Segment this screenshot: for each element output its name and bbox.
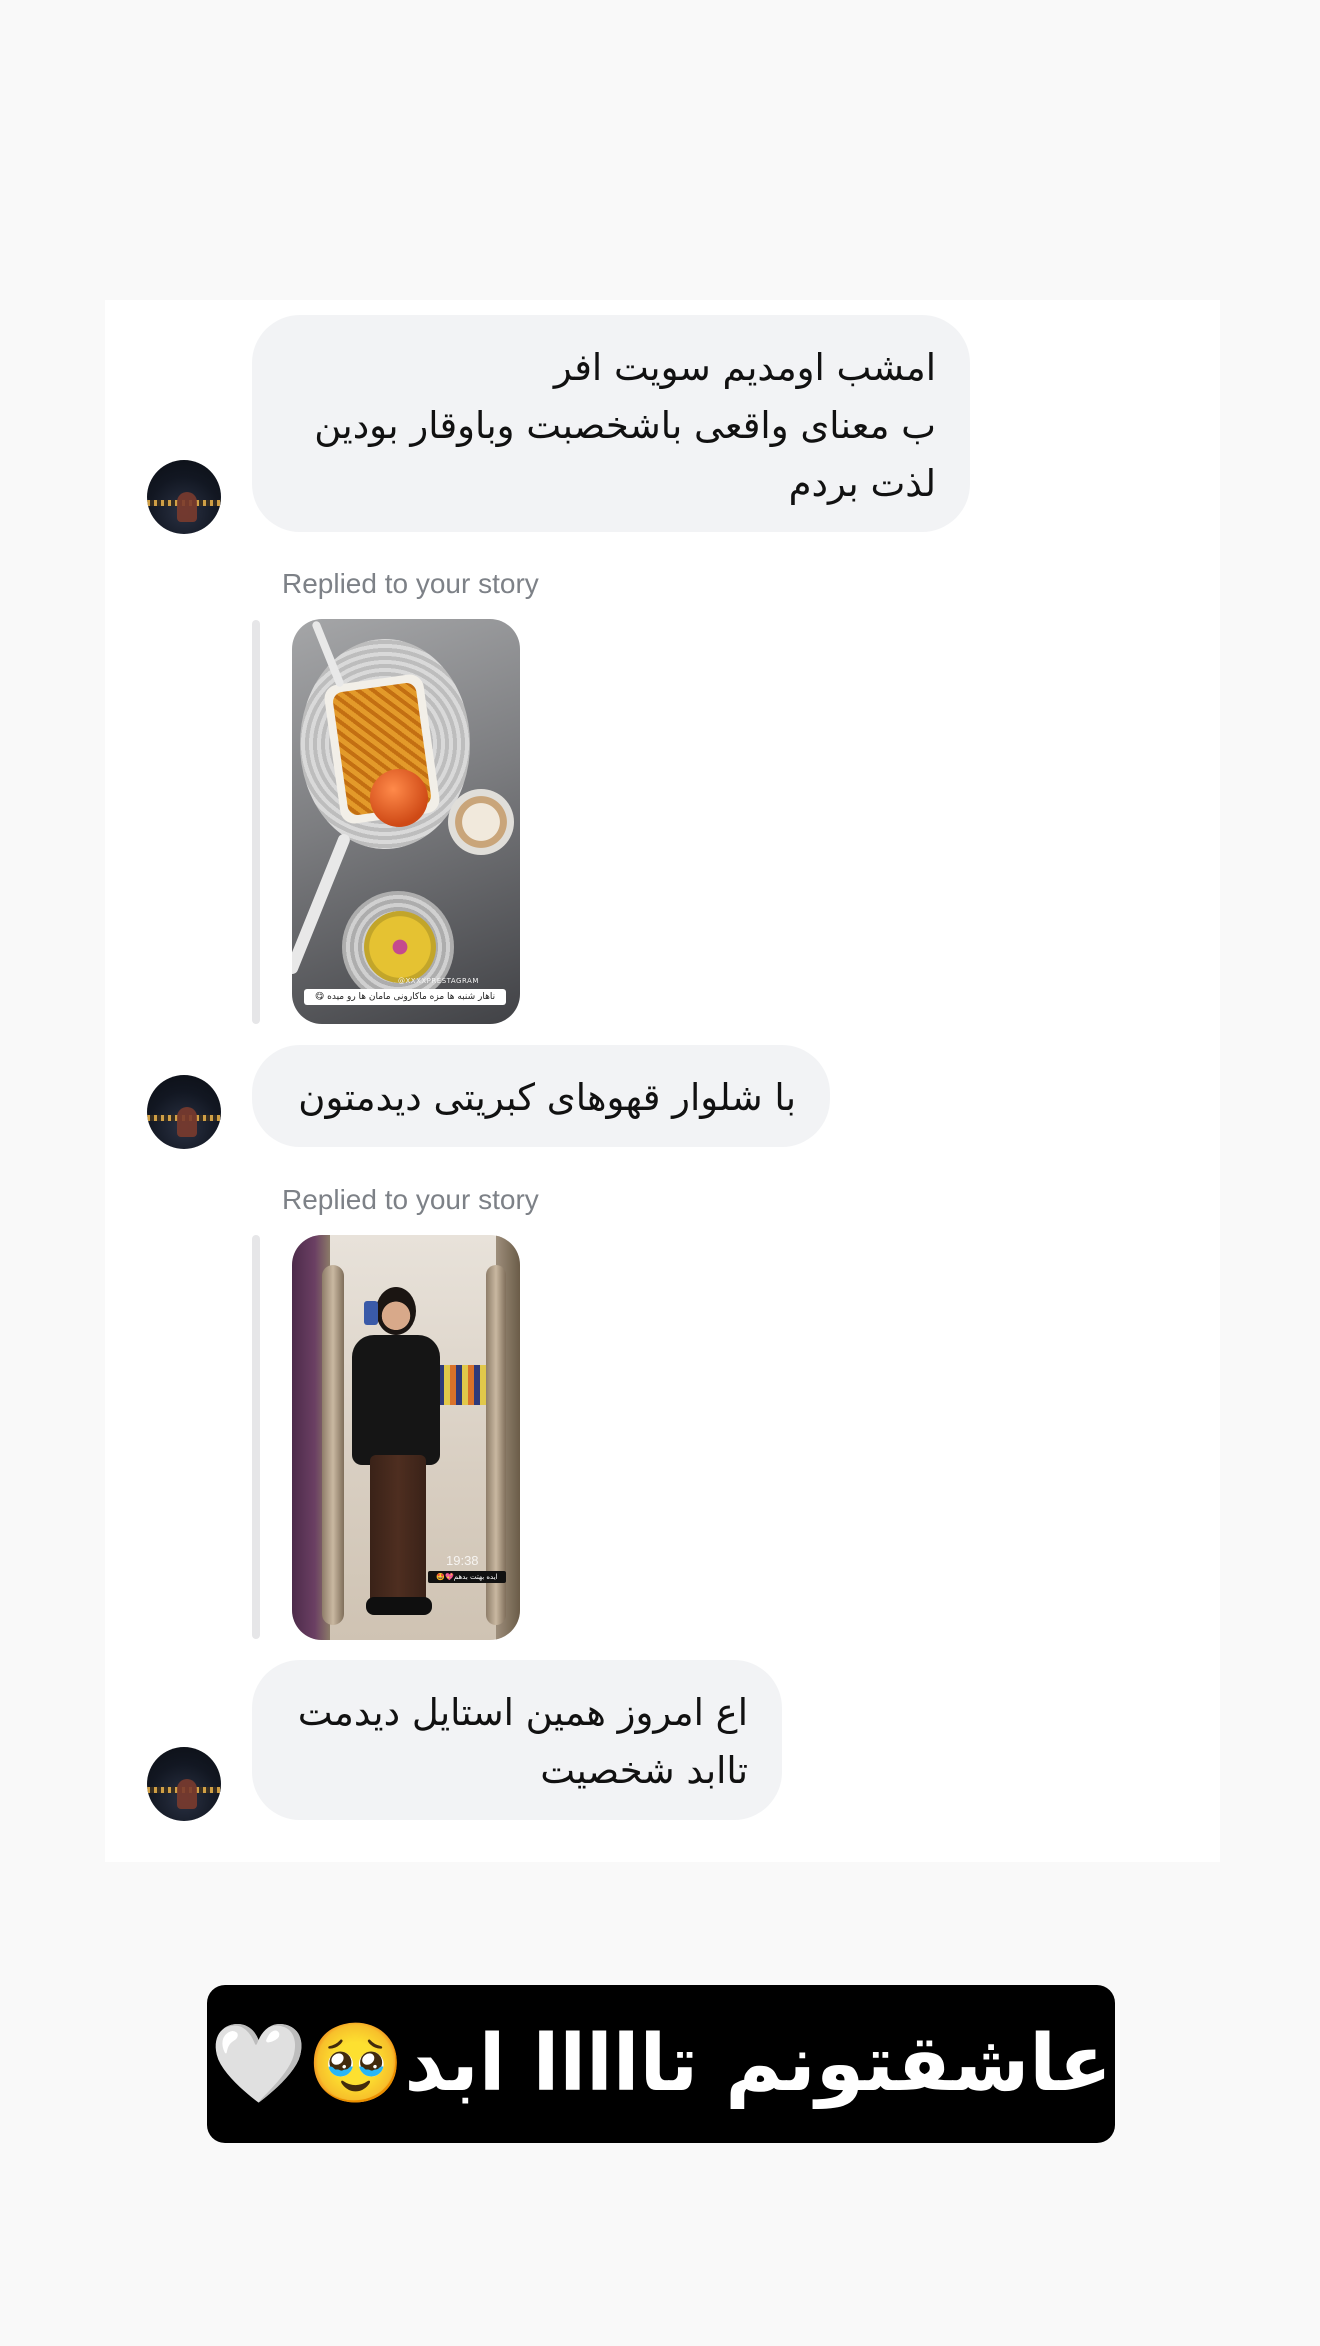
reply-indicator-bar xyxy=(252,620,260,1024)
coat-shape xyxy=(352,1335,440,1465)
bowl-shape xyxy=(364,911,436,983)
story-overlay-caption: ناهار شنبه ها مزه ماکارونی مامان ها رو م… xyxy=(304,989,506,1005)
replied-to-story-label: Replied to your story xyxy=(282,1184,539,1215)
story-thumbnail-food[interactable]: @XXXXPRESTAGRAM ناهار شنبه ها مزه ماکارو… xyxy=(292,619,520,1024)
mirror-frame-shape xyxy=(322,1265,344,1625)
message-text-line: اع امروز همین استایل دیدمت xyxy=(297,1691,748,1734)
story-caption-banner: عاشقتونم تااااا ابد🥹🤍 xyxy=(207,1985,1115,2143)
message-text-line: ب معنای واقعی باشخصبت وباوقار بودین xyxy=(314,404,936,447)
reply-indicator-bar xyxy=(252,1235,260,1639)
phone-shape xyxy=(364,1301,378,1325)
message-text-line: با شلوار قهوهای کبریتی دیدمتون xyxy=(298,1076,796,1119)
message-text-line: تاابد شخصیت xyxy=(540,1749,748,1792)
message-bubble[interactable]: اع امروز همین استایل دیدمت تاابد شخصیت xyxy=(252,1660,782,1820)
message-text-line: امشب اومدیم سویت افر xyxy=(553,346,936,389)
message-bubble[interactable]: با شلوار قهوهای کبریتی دیدمتون xyxy=(252,1045,830,1147)
head-shape xyxy=(376,1287,416,1335)
story-time: 19:38 xyxy=(446,1553,479,1568)
shoes-shape xyxy=(366,1597,432,1615)
tomato-shape xyxy=(370,769,428,827)
replied-to-story-label: Replied to your story xyxy=(282,568,539,599)
story-overlay-caption: ایده بهتت بدهم💖🤩 xyxy=(428,1571,506,1583)
sender-avatar[interactable] xyxy=(147,1747,221,1821)
message-text-line: لذت بردم xyxy=(788,462,936,505)
sender-avatar[interactable] xyxy=(147,1075,221,1149)
sender-avatar[interactable] xyxy=(147,460,221,534)
story-tag: @XXXXPRESTAGRAM xyxy=(398,977,479,985)
pants-shape xyxy=(370,1455,426,1605)
shelf-shape xyxy=(432,1365,492,1405)
dm-conversation-card: امشب اومدیم سویت افر ب معنای واقعی باشخص… xyxy=(105,300,1220,1862)
cup-shape xyxy=(448,789,514,855)
story-thumbnail-outfit[interactable]: 19:38 ایده بهتت بدهم💖🤩 xyxy=(292,1235,520,1640)
message-bubble[interactable]: امشب اومدیم سویت افر ب معنای واقعی باشخص… xyxy=(252,315,970,532)
